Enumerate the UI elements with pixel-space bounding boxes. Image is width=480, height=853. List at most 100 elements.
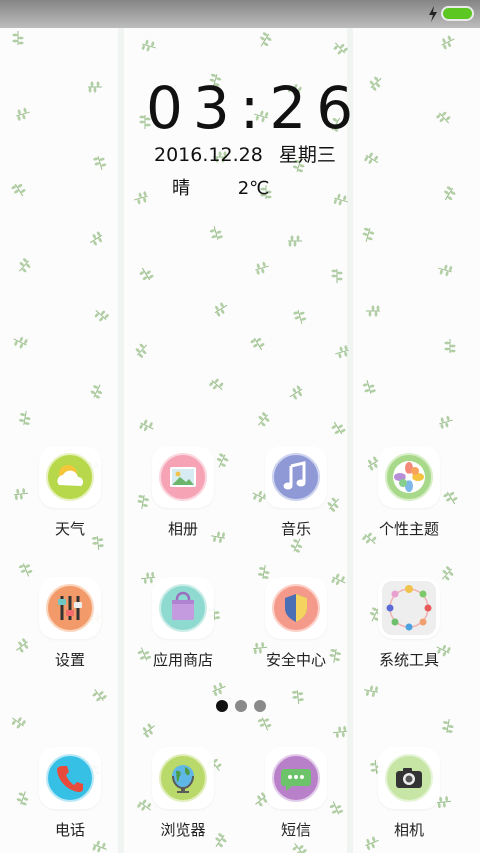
status-bar <box>0 0 480 28</box>
leaf-sprig <box>293 310 307 324</box>
camera-icon <box>385 754 433 802</box>
dock-camera[interactable]: 相机 <box>354 747 464 847</box>
leaf-sprig <box>364 152 379 164</box>
weather-summary: 晴 2℃ <box>172 174 269 200</box>
page-dot-active[interactable] <box>216 700 228 712</box>
leaf-sprig <box>209 226 223 240</box>
leaf-sprig <box>212 682 226 697</box>
settings-sliders-icon <box>46 584 94 632</box>
leaf-sprig <box>260 32 272 47</box>
app-label: 天气 <box>54 520 85 538</box>
leaf-sprig <box>11 717 26 729</box>
app-label: 电话 <box>54 821 85 839</box>
leaf-sprig <box>335 345 349 359</box>
leaf-sprig <box>362 380 376 394</box>
leaf-sprig <box>364 685 378 698</box>
shield-icon <box>272 584 320 632</box>
app-label: 设置 <box>54 651 85 669</box>
leaf-sprig <box>333 42 348 55</box>
leaf-sprig <box>13 336 28 349</box>
weekday-value: 星期三 <box>278 144 336 166</box>
dock-messages[interactable]: 短信 <box>241 747 351 847</box>
leaf-sprig <box>16 107 30 121</box>
leaf-sprig <box>134 191 148 205</box>
app-music[interactable]: 音乐 <box>241 446 351 546</box>
lock-clock-date: 2016.12.28 星期三 <box>154 140 346 167</box>
app-label: 相机 <box>393 821 424 839</box>
tools-icon <box>382 581 436 635</box>
leaf-sprig <box>436 111 451 124</box>
app-settings[interactable]: 设置 <box>15 577 125 677</box>
app-label: 音乐 <box>280 520 311 538</box>
page-indicator <box>216 700 266 712</box>
phone-icon <box>46 754 94 802</box>
lock-clock-time: 03:26 <box>146 74 364 142</box>
app-label: 相册 <box>167 520 198 538</box>
leaf-sprig <box>11 183 26 197</box>
app-label: 安全中心 <box>265 651 326 669</box>
leaf-sprig <box>331 421 346 435</box>
leaf-sprig <box>291 689 304 705</box>
app-label: 应用商店 <box>152 651 213 669</box>
leaf-sprig <box>18 563 33 577</box>
leaf-sprig <box>444 186 456 201</box>
lightning-icon <box>429 6 437 22</box>
leaf-sprig <box>441 35 455 50</box>
leaf-sprig <box>366 305 380 317</box>
leaf-sprig <box>209 378 224 391</box>
leaf-sprig <box>332 725 348 738</box>
battery-icon <box>441 6 474 21</box>
leaf-sprig <box>94 309 109 322</box>
dock-browser[interactable]: 浏览器 <box>128 747 238 847</box>
app-system-tools[interactable]: 系统工具 <box>354 577 464 677</box>
browser-globe-icon <box>159 754 207 802</box>
message-icon <box>272 754 320 802</box>
leaf-sprig <box>439 415 453 429</box>
leaf-sprig <box>288 235 302 247</box>
leaf-sprig <box>214 302 228 317</box>
leaf-sprig <box>444 339 456 353</box>
leaf-sprig <box>255 261 269 275</box>
app-security[interactable]: 安全中心 <box>241 577 351 677</box>
app-weather[interactable]: 天气 <box>15 446 125 546</box>
weather-condition: 晴 <box>172 178 190 199</box>
leaf-sprig <box>93 156 107 170</box>
app-label: 浏览器 <box>160 821 206 839</box>
app-gallery[interactable]: 相册 <box>128 446 238 546</box>
leaf-sprig <box>18 258 31 273</box>
leaf-sprig <box>92 689 107 702</box>
leaf-sprig <box>331 269 343 283</box>
page-dot[interactable] <box>235 700 247 712</box>
leaf-sprig <box>18 411 31 425</box>
music-icon <box>272 453 320 501</box>
leaf-sprig <box>362 227 375 242</box>
gallery-icon <box>159 453 207 501</box>
weather-temperature: 2℃ <box>237 178 270 199</box>
theme-flower-icon <box>385 453 433 501</box>
dock-phone[interactable]: 电话 <box>15 747 125 847</box>
app-theme[interactable]: 个性主题 <box>354 446 464 546</box>
leaf-sprig <box>141 39 156 52</box>
leaf-sprig <box>139 419 154 432</box>
leaf-sprig <box>88 81 102 93</box>
leaf-sprig <box>257 717 272 731</box>
app-label: 系统工具 <box>378 651 439 669</box>
leaf-sprig <box>289 385 303 400</box>
leaf-sprig <box>142 723 155 738</box>
page-dot[interactable] <box>254 700 266 712</box>
leaf-sprig <box>250 337 265 351</box>
leaf-sprig <box>135 343 148 358</box>
app-label: 个性主题 <box>378 520 439 538</box>
leaf-sprig <box>257 412 270 427</box>
leaf-sprig <box>90 384 103 399</box>
leaf-sprig <box>438 264 453 277</box>
weather-icon <box>46 453 94 501</box>
app-store[interactable]: 应用商店 <box>128 577 238 677</box>
app-label: 短信 <box>280 821 311 839</box>
leaf-sprig <box>333 193 348 206</box>
store-bag-icon <box>159 584 207 632</box>
date-value: 2016.12.28 <box>154 144 263 166</box>
leaf-sprig <box>369 76 382 91</box>
leaf-sprig <box>12 31 24 45</box>
leaf-sprig <box>441 719 454 733</box>
